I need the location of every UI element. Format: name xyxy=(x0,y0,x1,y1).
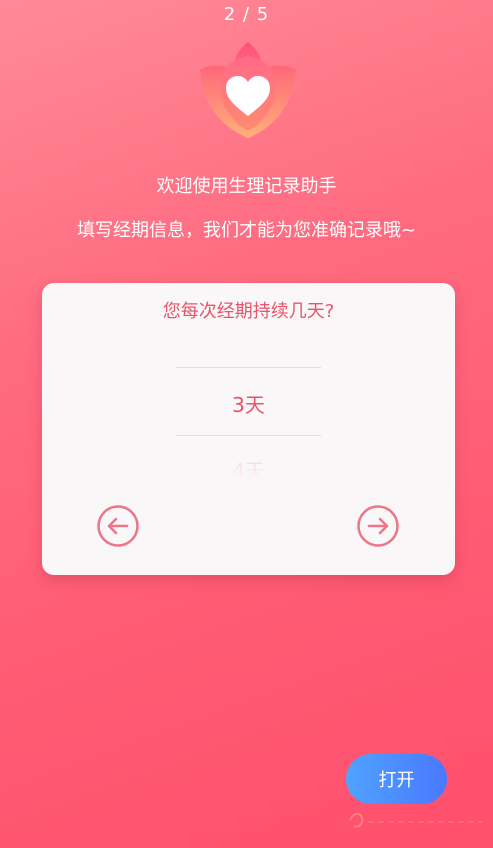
picker-fade xyxy=(176,439,321,479)
picker-divider-top xyxy=(176,367,321,368)
welcome-title: 欢迎使用生理记录助手 xyxy=(156,176,337,197)
welcome-subtitle: 填写经期信息，我们才能为您准确记录哦~ xyxy=(76,220,417,241)
picker-selected-value[interactable]: 3天 xyxy=(176,389,321,418)
question-label: 您每次经期持续几天? xyxy=(162,301,335,322)
arrow-left-circle-icon[interactable] xyxy=(96,504,140,548)
watermark-icon xyxy=(349,812,482,828)
picker-divider-bottom xyxy=(176,435,321,436)
arrow-right-circle-icon[interactable] xyxy=(356,504,400,548)
heart-flower-logo-icon xyxy=(200,42,296,138)
open-button[interactable]: 打开 xyxy=(346,754,447,804)
step-indicator: 2 / 5 xyxy=(223,4,270,25)
period-duration-card: 您每次经期持续几天? 3天 4天 xyxy=(42,283,455,575)
days-picker[interactable]: 3天 4天 xyxy=(176,329,321,479)
